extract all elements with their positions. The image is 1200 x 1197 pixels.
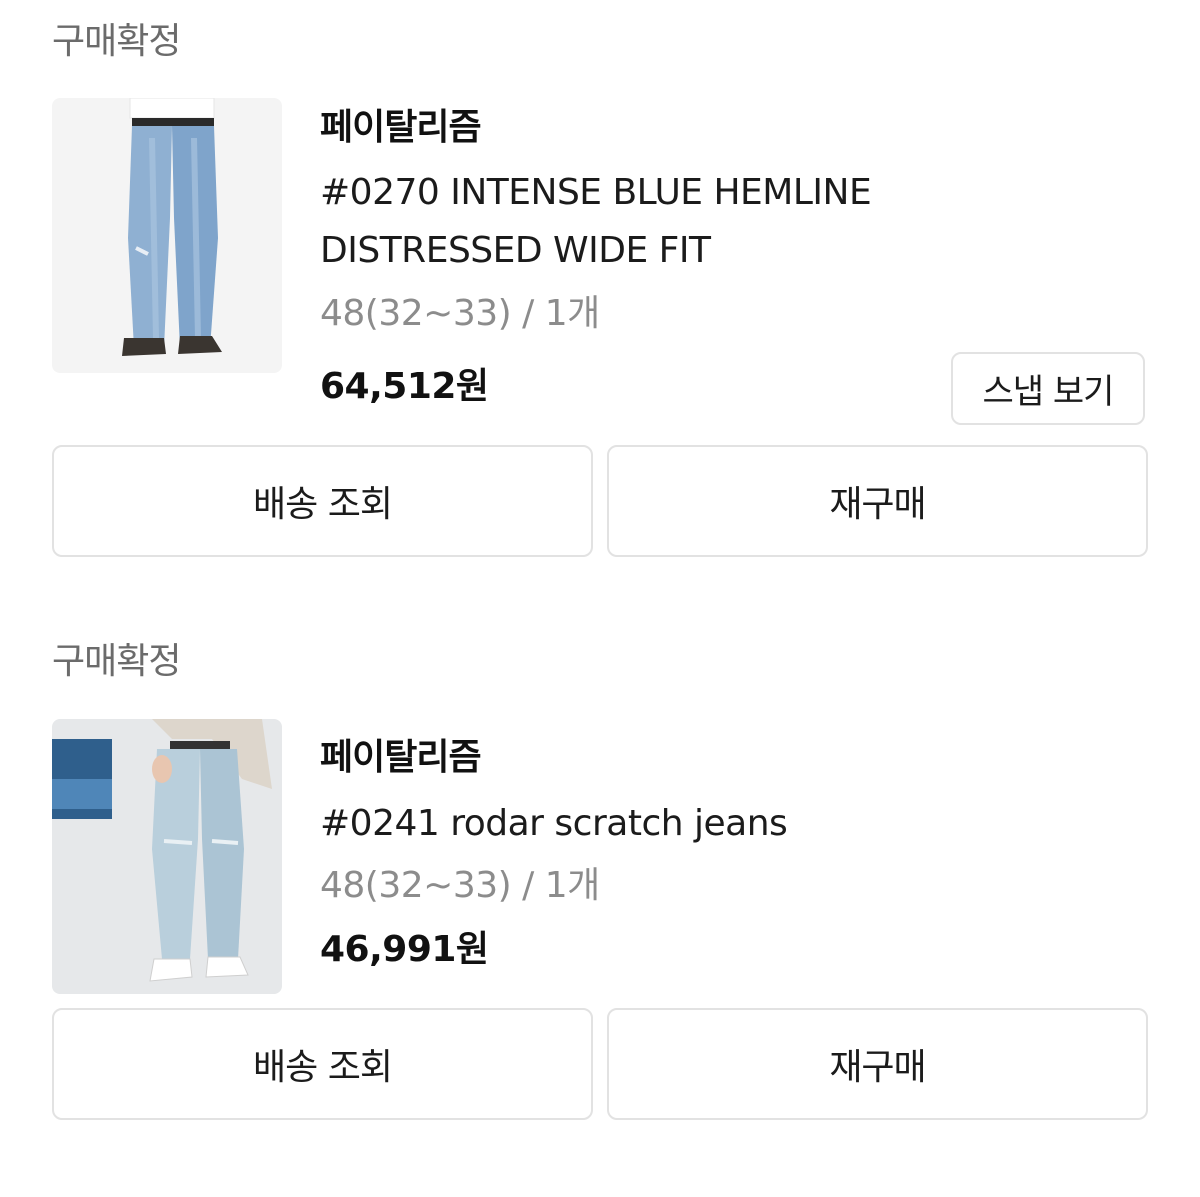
- product-option: 48(32~33) / 1개: [320, 293, 600, 334]
- product-price: 64,512원: [320, 366, 489, 407]
- product-thumbnail[interactable]: [52, 98, 282, 373]
- tracking-button[interactable]: 배송 조회: [52, 1008, 593, 1120]
- order-status: 구매확정: [52, 21, 181, 62]
- rebuy-button[interactable]: 재구매: [607, 445, 1148, 557]
- product-thumbnail[interactable]: [52, 719, 282, 994]
- snap-view-button[interactable]: 스냅 보기: [951, 352, 1145, 425]
- wide-fit-denim-photo: [52, 98, 282, 373]
- product-price: 46,991원: [320, 929, 489, 970]
- rebuy-button[interactable]: 재구매: [607, 1008, 1148, 1120]
- product-name[interactable]: #0241 rodar scratch jeans: [320, 795, 960, 853]
- product-name[interactable]: #0270 INTENSE BLUE HEMLINE DISTRESSED WI…: [320, 164, 960, 280]
- brand-name: 페이탈리즘: [320, 107, 482, 148]
- brand-name: 페이탈리즘: [320, 737, 482, 778]
- light-wash-denim-photo: [52, 719, 282, 994]
- tracking-button[interactable]: 배송 조회: [52, 445, 593, 557]
- product-option: 48(32~33) / 1개: [320, 865, 600, 906]
- order-status: 구매확정: [52, 641, 181, 682]
